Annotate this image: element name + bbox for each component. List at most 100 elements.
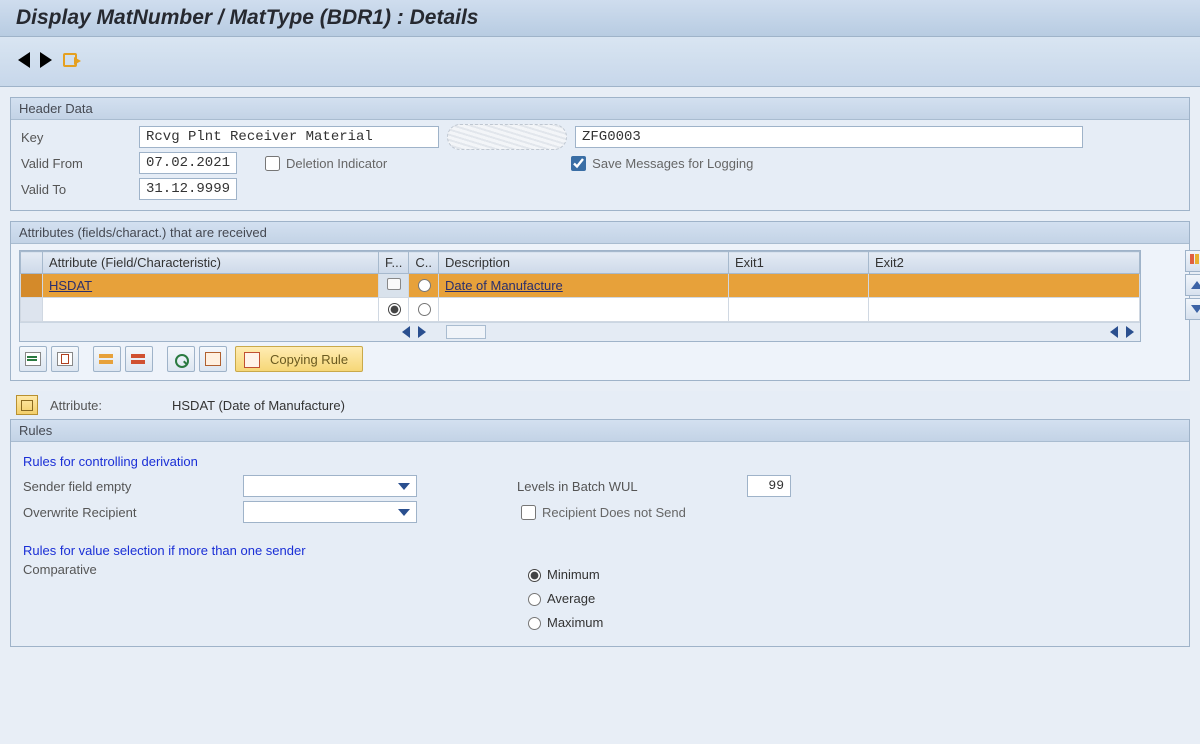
- levels-label: Levels in Batch WUL: [517, 479, 747, 494]
- header-data-title: Header Data: [11, 98, 1189, 120]
- c-radio[interactable]: [418, 279, 431, 292]
- insert-row-button[interactable]: [19, 346, 47, 372]
- configure-columns-button[interactable]: [1185, 250, 1200, 272]
- grid-hscroll[interactable]: [20, 322, 1140, 341]
- sender-empty-dropdown[interactable]: [243, 475, 417, 497]
- radio-max-label: Maximum: [547, 615, 603, 630]
- page-title: Display MatNumber / MatType (BDR1) : Det…: [16, 6, 1184, 30]
- comparative-label: Comparative: [23, 562, 523, 577]
- rules-title: Rules: [11, 420, 1189, 442]
- comparative-max-radio[interactable]: Maximum: [523, 610, 603, 634]
- c-radio[interactable]: [418, 303, 431, 316]
- attributes-title: Attributes (fields/charact.) that are re…: [11, 222, 1189, 244]
- col-attribute[interactable]: Attribute (Field/Characteristic): [43, 252, 379, 274]
- overwrite-label: Overwrite Recipient: [23, 505, 243, 520]
- radio-avg-label: Average: [547, 591, 595, 606]
- nav-prev-button[interactable]: [18, 52, 30, 71]
- col-rowsel: [21, 252, 43, 274]
- deletion-indicator-input[interactable]: [265, 156, 280, 171]
- row-selector[interactable]: [21, 298, 43, 322]
- nav-next-button[interactable]: [40, 52, 52, 71]
- deletion-indicator-label: Deletion Indicator: [286, 156, 387, 171]
- comparative-avg-radio[interactable]: Average: [523, 586, 603, 610]
- save-messages-input[interactable]: [571, 156, 586, 171]
- exit-button[interactable]: [61, 51, 79, 72]
- arrow-left-icon: [18, 52, 30, 68]
- comparative-min-radio[interactable]: Minimum: [523, 562, 603, 586]
- valid-from-field[interactable]: 07.02.2021: [139, 152, 237, 174]
- col-c[interactable]: C..: [409, 252, 439, 274]
- rules-heading-selection: Rules for value selection if more than o…: [23, 543, 1177, 558]
- attribute-bar-value: HSDAT (Date of Manufacture): [172, 398, 345, 413]
- insert-row-icon: [25, 352, 41, 366]
- chevron-down-icon: [398, 483, 410, 490]
- arrow-up-icon: [1191, 281, 1200, 289]
- rules-heading-derivation: Rules for controlling derivation: [23, 454, 1177, 469]
- row-selector[interactable]: [21, 274, 43, 298]
- key-field-1[interactable]: Rcvg Plnt Receiver Material: [139, 126, 439, 148]
- valid-to-field[interactable]: 31.12.9999: [139, 178, 237, 200]
- overwrite-dropdown[interactable]: [243, 501, 417, 523]
- scroll-right-icon[interactable]: [418, 326, 426, 338]
- scroll-up-button[interactable]: [1185, 274, 1200, 296]
- arrow-right-icon: [40, 52, 52, 68]
- attribute-bar-label: Attribute:: [50, 398, 160, 413]
- attributes-panel: Attributes (fields/charact.) that are re…: [10, 221, 1190, 381]
- attribute-icon: [16, 395, 38, 415]
- redacted-area: [447, 124, 567, 150]
- recipient-not-send-input[interactable]: [521, 505, 536, 520]
- attribute-link[interactable]: HSDAT: [49, 278, 92, 293]
- key-field-2[interactable]: ZFG0003: [575, 126, 1083, 148]
- description-link[interactable]: Date of Manufacture: [445, 278, 563, 293]
- copy-button[interactable]: [199, 346, 227, 372]
- col-description[interactable]: Description: [438, 252, 728, 274]
- delete-row-button[interactable]: [51, 346, 79, 372]
- scroll-right2-icon[interactable]: [1126, 326, 1134, 338]
- copying-rule-button[interactable]: Copying Rule: [235, 346, 363, 372]
- deletion-indicator-checkbox[interactable]: Deletion Indicator: [261, 153, 387, 174]
- col-exit2[interactable]: Exit2: [868, 252, 1139, 274]
- table-row[interactable]: [21, 298, 1140, 322]
- recipient-not-send-checkbox[interactable]: Recipient Does not Send: [517, 502, 686, 523]
- radio-min-label: Minimum: [547, 567, 600, 582]
- table-row[interactable]: HSDAT Date of Manufacture: [21, 274, 1140, 298]
- title-bar: Display MatNumber / MatType (BDR1) : Det…: [0, 0, 1200, 37]
- key-label: Key: [19, 130, 139, 145]
- radio-avg-input[interactable]: [528, 593, 541, 606]
- scroll-handle[interactable]: [446, 325, 486, 339]
- save-messages-checkbox[interactable]: Save Messages for Logging: [567, 153, 753, 174]
- copying-rule-label: Copying Rule: [270, 352, 348, 367]
- save-messages-label: Save Messages for Logging: [592, 156, 753, 171]
- attributes-grid: Attribute (Field/Characteristic) F... C.…: [19, 250, 1141, 342]
- col-f[interactable]: F...: [379, 252, 409, 274]
- valid-from-label: Valid From: [19, 156, 139, 171]
- matchcode-icon: [387, 278, 401, 290]
- exit-icon: [61, 51, 79, 69]
- header-data-panel: Header Data Key Rcvg Plnt Receiver Mater…: [10, 97, 1190, 211]
- find-button[interactable]: [167, 346, 195, 372]
- arrow-down-icon: [1191, 305, 1200, 313]
- main-toolbar: [0, 37, 1200, 87]
- f4-button[interactable]: [379, 274, 409, 298]
- select-all-button[interactable]: [93, 346, 121, 372]
- scroll-left-icon[interactable]: [402, 326, 410, 338]
- sender-empty-label: Sender field empty: [23, 479, 243, 494]
- scroll-left2-icon[interactable]: [1110, 326, 1118, 338]
- radio-max-input[interactable]: [528, 617, 541, 630]
- search-icon: [173, 352, 189, 366]
- select-all-icon: [99, 352, 115, 366]
- columns-icon: [1190, 254, 1200, 268]
- radio-min-input[interactable]: [528, 569, 541, 582]
- rules-panel: Rules Rules for controlling derivation S…: [10, 419, 1190, 647]
- deselect-all-icon: [131, 352, 147, 366]
- c-radio[interactable]: [388, 303, 401, 316]
- levels-field[interactable]: 99: [747, 475, 791, 497]
- recipient-not-send-label: Recipient Does not Send: [542, 505, 686, 520]
- deselect-all-button[interactable]: [125, 346, 153, 372]
- col-exit1[interactable]: Exit1: [728, 252, 868, 274]
- chevron-down-icon: [398, 509, 410, 516]
- grid-toolbar: Copying Rule: [19, 342, 1181, 380]
- scroll-down-button[interactable]: [1185, 298, 1200, 320]
- delete-row-icon: [57, 352, 73, 366]
- valid-to-label: Valid To: [19, 182, 139, 197]
